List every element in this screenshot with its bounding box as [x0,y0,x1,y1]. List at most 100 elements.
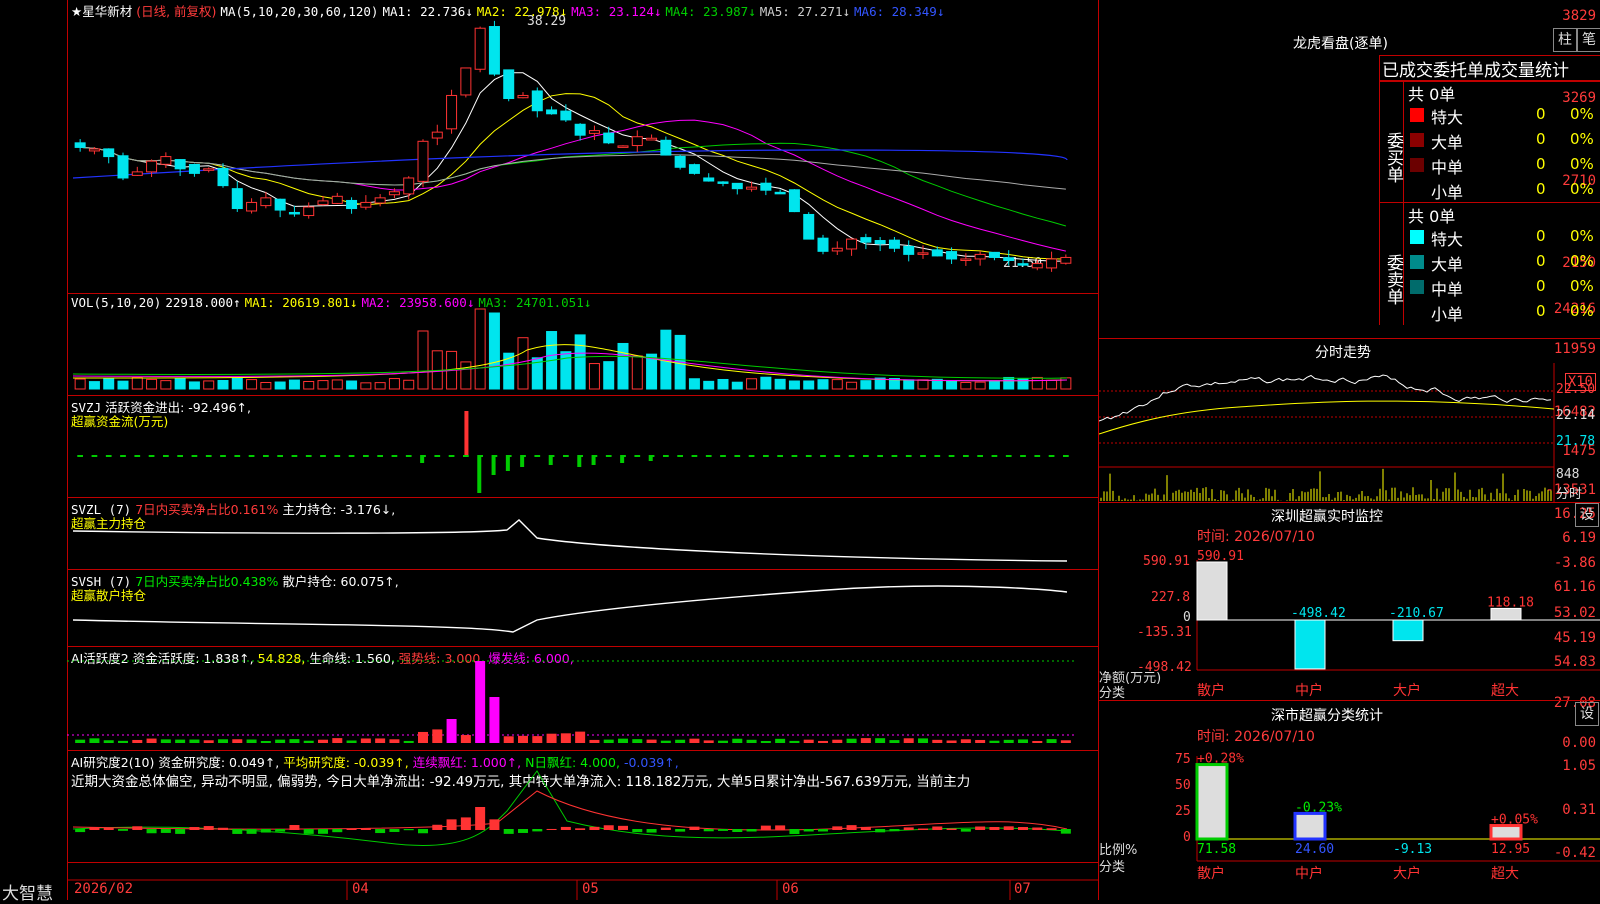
activity-bar [175,739,186,743]
retail-pane[interactable]: SVSH (7) 7日内买卖净占比0.438% 散户持仓: 60.075↑, 超赢散… [67,570,1098,647]
flow-dot [448,455,455,457]
volume-bar [146,378,158,390]
flow-dot [320,455,326,457]
sz-stat-chart: +0.28% 71.58 散户 -0.23% 24.60 中户 -9.13 大户 +0.05% 1… [1195,752,1600,882]
activity-bar [246,739,257,743]
sell-rows: 特大 0 0% 大单 0 0% 中单 0 0% 小单 0 0% [1404,225,1600,325]
ai-research-pane[interactable]: AI研究度2(10) 资金研究度: 0.049↑, 平均研究度: -0.039↑, 连… [67,751,1098,863]
flow-dot [91,455,98,457]
flow-dot [791,455,798,457]
volume-bar [246,379,258,390]
activity-bar [203,740,214,743]
intraday-pane[interactable]: 分时走势 22.50 22.14 21.78 848 分时 [1099,338,1600,503]
candle-body [560,110,572,121]
candle-body [460,67,472,96]
order-type-label: 大单 [1431,255,1464,274]
research-bar [703,829,714,832]
sz-monitor-pane[interactable]: 深圳超赢实时监控 设 时间: 2026/07/10 590.91 227.8 0… [1099,502,1600,701]
research-bar [275,829,286,832]
order-percent: 0% [1570,277,1594,295]
research-bar [189,827,200,830]
activity-bar [903,738,914,743]
volume-bar [774,378,786,390]
research-bar [775,825,786,830]
activity-bar [189,739,200,743]
research-bar [632,829,643,833]
volume-bar [74,378,86,390]
candle-body [588,130,600,134]
flow-dot [363,455,369,457]
research-bar [789,829,800,834]
volume-bar [1046,379,1058,390]
flow-dot [348,455,355,457]
research-bar [818,829,828,832]
candle-body [260,197,272,207]
volume-bar [103,378,115,390]
flow-dot [734,455,741,457]
tick-mode-button[interactable]: 笔 [1577,28,1600,52]
main-force-pane[interactable]: SVZL (7) 7日内买卖净占比0.161% 主力持仓: -3.176↓, 超赢主… [67,498,1098,570]
research-line [72,770,1068,846]
candle-body [203,168,215,171]
activity-bar [975,739,986,743]
flow-dot [105,455,112,457]
volume-bar [860,380,872,390]
flow-dot [191,455,198,457]
net-value-label: -210.67 [1389,606,1444,621]
fund-flow-pane[interactable]: SVZJ 活跃资金进出: -92.496↑, 超赢资金流(万元) [67,396,1098,498]
flow-dot [877,455,883,457]
order-type-label: 小单 [1431,183,1464,202]
flow-dot [334,455,341,457]
intraday-unit: 分时 [1556,487,1583,502]
research-bar [160,829,171,833]
candle-body [917,252,929,255]
flow-dot [691,455,698,457]
candle-body [417,140,429,182]
order-percent: 0% [1570,180,1594,198]
flow-dot [405,455,412,457]
research-bar [718,829,728,831]
volume-bar [803,380,815,390]
candlestick-chart[interactable] [67,0,1098,293]
candle-body [131,171,143,176]
ai-activity-pane[interactable]: AI活跃度2 资金活跃度: 1.838↑, 54.828, 生命线: 1.560, 强势… [67,647,1098,751]
sz-stat-pane[interactable]: 深市超赢分类统计 设 时间: 2026/07/10 75 50 25 0 比例%… [1099,701,1600,900]
research-avg-line [72,790,1068,831]
flow-bar [505,457,510,471]
candle-body [874,240,886,245]
activity-bar [603,739,614,743]
research-bar [832,826,843,830]
flow-dot [948,455,955,457]
activity-bar [475,661,486,743]
net-value-label: 118.18 [1487,595,1534,610]
flow-dot [777,455,783,457]
volume-bar [460,361,472,390]
candle-body [174,159,186,170]
research-bar [846,825,857,830]
candle-body [888,239,900,249]
candle-body [903,245,915,255]
candle-body [360,201,372,208]
activity-bar [789,740,800,743]
price-chart-pane[interactable]: ★星华新材 (日线, 前复权) MA(5,10,20,30,60,120) MA1: … [67,0,1098,294]
volume-bar [974,381,986,390]
volume-bar [746,378,758,390]
candle-body [688,164,700,174]
order-count: 0 [1536,130,1546,148]
candle-body [817,237,829,252]
bar-mode-button[interactable]: 柱 [1553,28,1577,52]
flow-dot [934,455,941,457]
flow-dot [1034,455,1041,457]
ratio-value-label: 71.58 [1197,842,1236,857]
activity-bar [689,738,700,743]
research-bar [646,829,657,833]
research-bar [1060,829,1071,834]
activity-bar [346,740,357,743]
order-type-label: 小单 [1431,305,1464,324]
volume-pane[interactable]: VOL(5,10,20) 22918.000↑ MA1: 20619.801↓ MA2… [67,294,1098,396]
flow-dot [977,455,983,457]
ratio-change-label: +0.05% [1491,813,1538,828]
candle-body [617,145,629,148]
activity-bar [675,739,686,743]
flow-bar [477,457,482,493]
